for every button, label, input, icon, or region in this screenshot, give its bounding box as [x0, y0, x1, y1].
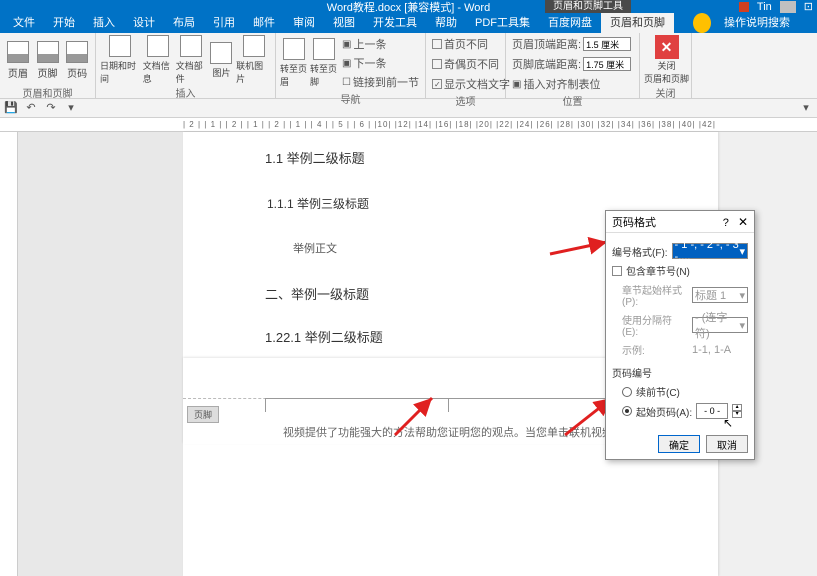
- tab-references[interactable]: 引用: [204, 13, 244, 33]
- chapter-start-combo: 标题 1▾: [692, 287, 748, 303]
- qat-customize-icon[interactable]: ▾: [799, 101, 813, 115]
- close-header-footer-button[interactable]: ✕ 关闭 页眉和页脚: [644, 35, 689, 85]
- tab-file[interactable]: 文件: [4, 13, 44, 33]
- help-icon[interactable]: ?: [723, 217, 729, 229]
- cancel-button[interactable]: 取消: [706, 435, 748, 453]
- doc-info-button[interactable]: 文档信息: [143, 35, 174, 85]
- header-top-spinner[interactable]: [583, 37, 631, 51]
- header-top-label: 页眉顶端距离:: [512, 36, 581, 52]
- group-options: 选项: [430, 93, 501, 110]
- insert-align-tab-button[interactable]: ▣ 插入对齐制表位: [510, 75, 633, 93]
- example-label: 示例:: [622, 342, 688, 357]
- separator-label: 使用分隔符(E):: [622, 312, 688, 338]
- include-chapter-label: 包含章节号(N): [626, 263, 690, 278]
- continue-label: 续前节(C): [636, 384, 680, 399]
- diff-first-checkbox[interactable]: 首页不同: [430, 35, 512, 53]
- ok-button[interactable]: 确定: [658, 435, 700, 453]
- group-insert: 插入: [100, 85, 271, 102]
- continue-radio[interactable]: [622, 387, 632, 397]
- close-icon: ✕: [655, 35, 679, 59]
- footer-bottom-spinner[interactable]: [583, 57, 631, 71]
- contextual-tool-label: 页眉和页脚工具: [545, 0, 631, 13]
- separator-combo: - (连字符)▾: [692, 317, 748, 333]
- tab-view[interactable]: 视图: [324, 13, 364, 33]
- online-pictures-button[interactable]: 联机图片: [236, 35, 271, 85]
- next-button[interactable]: ▣ 下一条: [340, 54, 421, 72]
- tab-header-footer[interactable]: 页眉和页脚: [601, 13, 674, 33]
- tab-home[interactable]: 开始: [44, 13, 84, 33]
- undo-icon[interactable]: ↶: [24, 101, 38, 115]
- horizontal-ruler[interactable]: | 2 | | 1 | | 2 | | 1 | | 2 | | 1 | | 4 …: [183, 118, 817, 131]
- goto-header-button[interactable]: 转至页眉: [280, 38, 308, 88]
- tab-insert[interactable]: 插入: [84, 13, 124, 33]
- tab-review[interactable]: 审阅: [284, 13, 324, 33]
- start-at-stepper[interactable]: ▴▾: [732, 404, 742, 418]
- example-value: 1-1, 1-A: [692, 344, 731, 356]
- goto-footer-button[interactable]: 转至页脚: [310, 38, 338, 88]
- number-format-label: 编号格式(F):: [612, 244, 668, 259]
- page-numbering-section: 页码编号: [612, 365, 748, 380]
- ribbon-toggle-icon[interactable]: ⊡: [804, 0, 813, 13]
- tab-pdf[interactable]: PDF工具集: [466, 13, 539, 33]
- datetime-button[interactable]: 日期和时间: [100, 35, 141, 85]
- redo-icon[interactable]: ↷: [44, 101, 58, 115]
- tell-me-search[interactable]: 操作说明搜索: [684, 13, 808, 33]
- group-close: 关闭: [644, 85, 687, 102]
- body-text: 视频提供了功能强大的方法帮助您证明您的观点。当您单击联机视频时，可: [283, 424, 646, 440]
- previous-button[interactable]: ▣ 上一条: [340, 35, 421, 53]
- tab-mailings[interactable]: 邮件: [244, 13, 284, 33]
- save-icon[interactable]: 💾: [4, 101, 18, 115]
- tab-design[interactable]: 设计: [124, 13, 164, 33]
- tab-help[interactable]: 帮助: [426, 13, 466, 33]
- quick-parts-button[interactable]: 文档部件: [176, 35, 207, 85]
- notification-icon[interactable]: [739, 2, 749, 12]
- start-at-radio[interactable]: [622, 406, 632, 416]
- avatar[interactable]: [780, 1, 796, 13]
- bulb-icon: [693, 13, 711, 33]
- page-number-button[interactable]: 页码: [63, 35, 91, 85]
- close-icon[interactable]: ✕: [738, 215, 748, 229]
- tab-baidu[interactable]: 百度网盘: [539, 13, 601, 33]
- group-position: 位置: [510, 93, 635, 110]
- user-name: Tin: [757, 1, 772, 13]
- qat-more-icon[interactable]: ▾: [64, 101, 78, 115]
- pictures-button[interactable]: 图片: [209, 35, 234, 85]
- include-chapter-checkbox[interactable]: [612, 266, 622, 276]
- cursor-icon: ↖: [723, 416, 733, 430]
- vertical-ruler[interactable]: [0, 132, 18, 576]
- group-navigation: 导航: [280, 91, 421, 108]
- start-at-label: 起始页码(A):: [636, 404, 692, 419]
- footer-bottom-label: 页脚底端距离:: [512, 56, 581, 72]
- number-format-combo[interactable]: - 1 -, - 2 -, - 3 -,...▾: [672, 243, 748, 259]
- tab-layout[interactable]: 布局: [164, 13, 204, 33]
- show-doc-text-checkbox[interactable]: 显示文档文字: [430, 75, 512, 93]
- dialog-title: 页码格式: [612, 214, 656, 230]
- footer-button[interactable]: 页脚: [34, 35, 62, 85]
- group-header-footer: 页眉和页脚: [4, 85, 91, 102]
- header-button[interactable]: 页眉: [4, 35, 32, 85]
- heading-2: 1.1 举例二级标题: [265, 148, 718, 167]
- footer-tag: 页脚: [187, 406, 219, 423]
- chapter-start-label: 章节起始样式(P):: [622, 282, 688, 308]
- tab-developer[interactable]: 开发工具: [364, 13, 426, 33]
- diff-odd-even-checkbox[interactable]: 奇偶页不同: [430, 55, 512, 73]
- link-previous-button[interactable]: ☐ 链接到前一节: [340, 73, 421, 91]
